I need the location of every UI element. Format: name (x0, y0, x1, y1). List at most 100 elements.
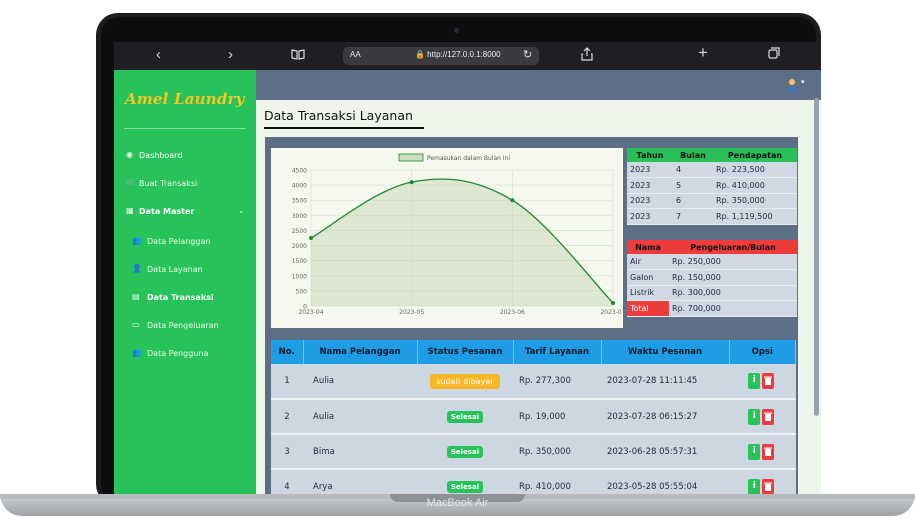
screen: ‹ › AA 🔒 http://127.0.0.1:8000 ↻ + Amel … (114, 42, 821, 495)
info-icon: i (752, 375, 756, 385)
sidebar-item-buat-transaksi[interactable]: 🛒 Buat Transaksi (114, 176, 256, 196)
y-tick-label: 4500 (292, 168, 307, 175)
info-button[interactable]: i (748, 373, 761, 389)
cell-pendapatan: Rp. 223,500 (713, 162, 797, 178)
title-underline (264, 127, 424, 129)
info-button[interactable]: i (748, 478, 761, 495)
data-point (510, 198, 515, 203)
cell-bulan: 6 (673, 193, 713, 209)
sidebar-item-label: Data Pelanggan (147, 237, 211, 246)
cell-bulan: 7 (673, 208, 713, 225)
total-value: Rp. 700,000 (669, 300, 797, 317)
sidebar-item-data-pengguna[interactable]: 👥 Data Pengguna (114, 346, 256, 366)
user-menu-caret-icon[interactable]: ▾ (801, 78, 805, 86)
tabs-icon[interactable] (768, 47, 780, 63)
info-button[interactable]: i (748, 408, 761, 425)
sidebar-item-data-pengeluaran[interactable]: ▭ Data Pengeluaran (114, 318, 256, 338)
delete-button[interactable] (762, 443, 775, 460)
column-header: Tahun (627, 148, 673, 162)
scrollbar[interactable] (814, 98, 819, 416)
table-row: 3 Bima Selesai Rp. 350,000 2023-06-28 05:57:… (271, 434, 796, 470)
cell-waktu: 2023-07-28 11:11:45 (601, 364, 729, 400)
cell-pengeluaran: Rp. 300,000 (669, 285, 797, 301)
share-icon[interactable] (581, 47, 593, 65)
cell-nama: Air (627, 254, 669, 270)
y-tick-label: 1000 (292, 273, 307, 280)
sidebar-item-data-pelanggan[interactable]: 👥 Data Pelanggan (114, 234, 256, 254)
cell-tahun: 2023 (627, 193, 673, 209)
delete-button[interactable] (762, 478, 775, 495)
status-badge: Selesai (446, 480, 484, 493)
url-text[interactable]: 🔒 http://127.0.0.1:8000 (415, 50, 501, 59)
table-row: Air Rp. 250,000 (627, 254, 797, 270)
info-button[interactable]: i (748, 443, 761, 460)
y-tick-label: 4000 (292, 183, 307, 190)
column-header: Nama Pelanggan (303, 340, 418, 364)
trash-icon (762, 481, 774, 494)
cell-pendapatan: Rp. 350,000 (713, 193, 797, 209)
trash-icon (762, 411, 774, 424)
status-badge: sudah dibayar (430, 373, 500, 389)
sidebar-item-label: Dashboard (139, 151, 183, 160)
sidebar-divider (124, 128, 246, 129)
delete-button[interactable] (762, 408, 775, 425)
forward-icon[interactable]: › (228, 47, 233, 63)
back-icon[interactable]: ‹ (156, 47, 161, 63)
text-size-button[interactable]: AA (350, 50, 361, 59)
table-row: Galon Rp. 150,000 (627, 269, 797, 286)
income-chart: 0 500 1000 1500 2000 2500 3000 3500 4000 4500 2023… (271, 148, 623, 328)
sidebar-item-data-layanan[interactable]: 👤 Data Layanan (114, 262, 256, 282)
cell-waktu: 2023-05-28 05:55:04 (601, 469, 729, 495)
cell-tahun: 2023 (627, 208, 673, 225)
cell-no: 2 (271, 399, 303, 435)
total-label: Total (627, 300, 669, 317)
column-header: Pengeluaran/Bulan (669, 240, 797, 254)
status-badge: Selesai (446, 410, 484, 423)
sidebar-item-label: Data Master (139, 207, 195, 216)
y-tick-label: 500 (296, 288, 308, 295)
cell-no: 1 (271, 364, 303, 400)
reload-icon[interactable]: ↻ (523, 48, 532, 61)
sidebar-item-data-master[interactable]: ▦ Data Master ⌄ (114, 204, 256, 224)
table-icon: ▦ (126, 206, 134, 215)
new-tab-icon[interactable]: + (698, 44, 708, 61)
table-row: 2023 7 Rp. 1,119,500 (627, 208, 797, 225)
info-icon: i (752, 445, 756, 456)
cell-pendapatan: Rp. 1,119,500 (713, 208, 797, 225)
top-navbar: ▾ (256, 70, 821, 100)
cell-tarif: Rp. 19,000 (513, 399, 601, 435)
sidebar-item-data-transaksi[interactable]: ▤ Data Transaksi (114, 290, 256, 310)
cell-no: 4 (271, 469, 303, 495)
address-bar[interactable]: AA 🔒 http://127.0.0.1:8000 ↻ (343, 47, 539, 65)
info-icon: i (752, 410, 756, 421)
column-header: Pendapatan (713, 148, 797, 162)
column-header: No. (271, 340, 304, 364)
cell-bulan: 4 (673, 162, 713, 178)
legend-swatch (398, 153, 424, 162)
cell-bulan: 5 (673, 177, 713, 194)
info-icon: i (752, 480, 756, 491)
sidebar-item-label: Data Layanan (147, 265, 203, 274)
income-chart-svg: 0500100015002000250030003500400045002023… (292, 153, 623, 316)
brand-logo[interactable]: Amel Laundry (125, 90, 245, 108)
cell-tarif: Rp. 277,300 (513, 364, 601, 400)
cell-nama-pelanggan: Aulia (303, 399, 417, 435)
cell-nama: Galon (627, 269, 669, 286)
user-avatar-icon[interactable] (786, 78, 798, 92)
cart-icon: 🛒 (126, 178, 136, 187)
sidebar-item-label: Data Transaksi (147, 293, 214, 302)
bookmarks-icon[interactable] (291, 49, 305, 65)
column-header: Waktu Pesanan (601, 340, 730, 364)
cell-nama-pelanggan: Aulia (303, 364, 417, 400)
cell-waktu: 2023-07-28 06:15:27 (601, 399, 729, 435)
users-icon: 👥 (132, 348, 142, 357)
cell-pengeluaran: Rp. 150,000 (669, 269, 797, 286)
y-tick-label: 3000 (292, 213, 307, 220)
camera (454, 28, 459, 33)
delete-button[interactable] (762, 373, 775, 389)
table-row: 1 Aulia sudah dibayar Rp. 277,300 2023-07-28… (271, 364, 796, 400)
sidebar-item-dashboard[interactable]: ◉ Dashboard (114, 148, 256, 168)
cell-tahun: 2023 (627, 162, 673, 178)
trash-icon (762, 446, 774, 459)
money-icon: ▭ (132, 320, 140, 329)
